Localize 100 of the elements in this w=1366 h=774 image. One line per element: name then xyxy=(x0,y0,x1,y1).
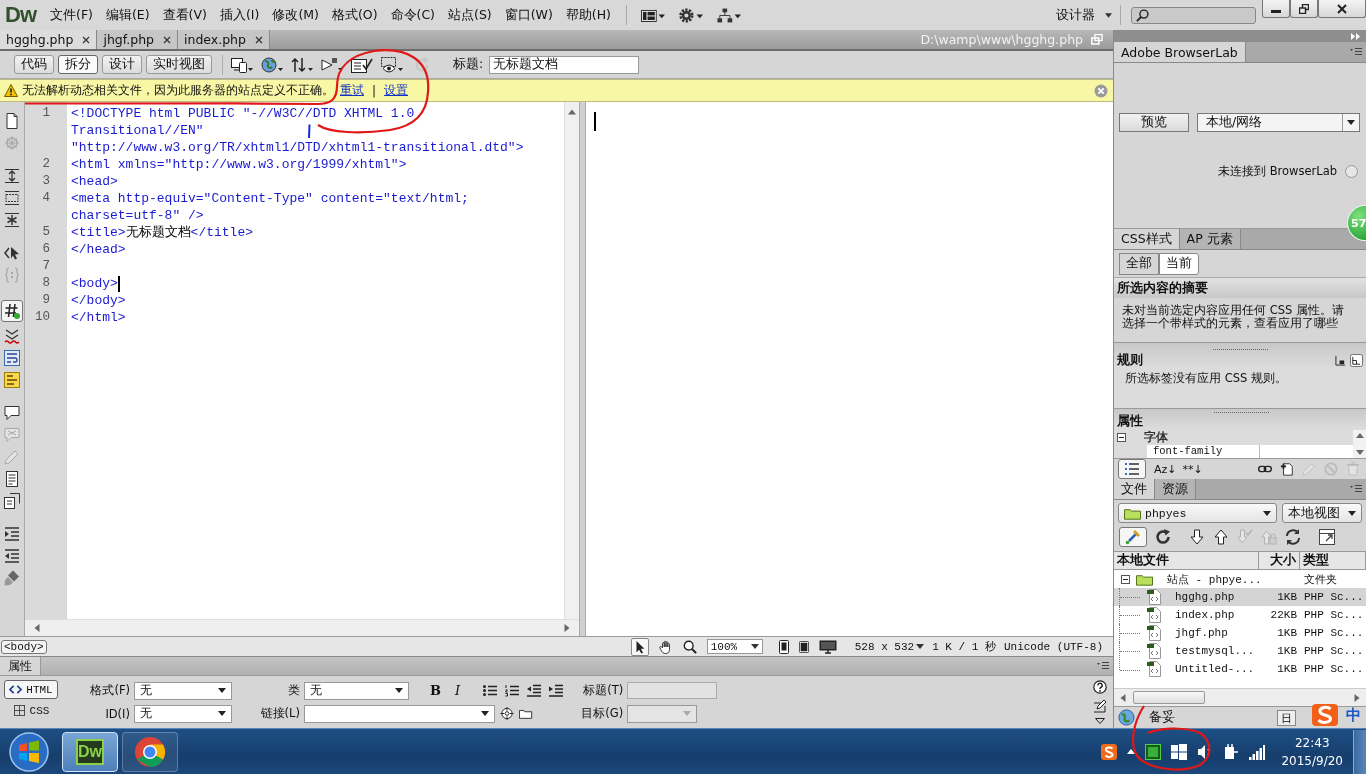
file-row[interactable]: hgghg.php 1KB PHP Sc... xyxy=(1114,588,1366,606)
vertical-scrollbar[interactable] xyxy=(1353,430,1366,458)
zoom-select[interactable]: 100% xyxy=(706,639,763,654)
pointer-bracket-icon[interactable] xyxy=(4,245,20,261)
close-icon[interactable] xyxy=(163,35,171,44)
scroll-up-icon[interactable] xyxy=(1355,433,1364,438)
up-triangle-icon[interactable] xyxy=(1127,749,1136,754)
page-icon[interactable] xyxy=(4,113,20,129)
tile-logo-icon[interactable] xyxy=(1312,703,1338,727)
menu-item[interactable]: 修改(M) xyxy=(272,4,319,26)
overlapping-pages-icon[interactable] xyxy=(4,493,20,509)
view-button[interactable]: 设计 xyxy=(102,55,142,74)
tag-selector[interactable]: <body> xyxy=(1,639,47,654)
code-editor[interactable] xyxy=(67,102,564,619)
help-icon[interactable] xyxy=(1093,680,1107,694)
document-tab[interactable]: jhgf.php xyxy=(97,30,178,49)
column-header[interactable]: 类型 xyxy=(1300,552,1366,569)
sitemap-icon[interactable] xyxy=(717,7,741,23)
document-list-icon[interactable] xyxy=(4,471,20,487)
minimize-button[interactable] xyxy=(1262,0,1290,18)
column-header[interactable]: 大小 xyxy=(1259,552,1300,569)
show-desktop-button[interactable] xyxy=(1353,729,1366,774)
four-squares-icon[interactable] xyxy=(1171,743,1188,760)
scroll-right-icon[interactable] xyxy=(1353,693,1361,702)
scroll-left-icon[interactable] xyxy=(1119,693,1127,702)
monitor-icon[interactable] xyxy=(818,639,837,654)
close-button[interactable] xyxy=(1318,0,1366,18)
sync-icon[interactable] xyxy=(1285,529,1301,545)
signal-bars-icon[interactable] xyxy=(1249,743,1266,760)
horizontal-scrollbar[interactable] xyxy=(25,619,579,636)
outdent-icon[interactable] xyxy=(527,684,542,697)
scroll-left-icon[interactable] xyxy=(33,624,41,632)
menu-item[interactable]: 查看(V) xyxy=(162,4,207,26)
menu-item[interactable]: 编辑(E) xyxy=(105,4,150,26)
mode-button[interactable]: CSS xyxy=(4,701,58,720)
arrows-between-lines-icon[interactable] xyxy=(4,168,20,184)
indent-icon[interactable] xyxy=(549,684,564,697)
input-mode-indicator[interactable]: 中 xyxy=(1346,705,1361,725)
tablet-icon[interactable] xyxy=(798,639,809,654)
menu-item[interactable]: 帮助(H) xyxy=(565,4,611,26)
outdent-icon[interactable] xyxy=(4,548,20,564)
brush-icon[interactable] xyxy=(4,570,20,586)
panel-menu-icon[interactable] xyxy=(1350,485,1362,493)
eye-icon[interactable] xyxy=(381,56,403,73)
wave-icon[interactable] xyxy=(4,328,20,344)
highlighted-lines-icon[interactable] xyxy=(4,372,20,388)
hash-icon[interactable] xyxy=(1,300,23,322)
layout-icon[interactable] xyxy=(641,7,665,23)
mode-button[interactable]: 当前 xyxy=(1159,252,1199,275)
refresh-icon[interactable] xyxy=(1155,529,1171,545)
scroll-up-icon[interactable] xyxy=(568,108,576,116)
id-select[interactable]: 无 xyxy=(134,704,232,723)
globe-icon[interactable] xyxy=(261,56,283,73)
corner-square-icon[interactable] xyxy=(1335,355,1346,366)
document-tab[interactable]: index.php xyxy=(178,30,270,49)
close-icon[interactable] xyxy=(82,35,91,44)
new-page-icon[interactable] xyxy=(1280,462,1294,476)
start-orb-icon[interactable] xyxy=(9,731,49,772)
up-arrow-icon[interactable] xyxy=(1213,529,1229,545)
menu-item[interactable]: 命令(C) xyxy=(390,4,435,26)
menu-item[interactable]: 文件(F) xyxy=(50,4,93,26)
source-select[interactable]: 本地/网络 xyxy=(1197,113,1360,132)
dotted-box-icon[interactable] xyxy=(4,190,20,206)
framed-corner-icon[interactable] xyxy=(1350,354,1363,367)
bullet-list-icon[interactable] xyxy=(483,684,498,697)
magnifier-icon[interactable] xyxy=(682,639,697,654)
menu-item[interactable]: 站点(S) xyxy=(448,4,492,26)
wrap-lines-icon[interactable] xyxy=(4,350,20,366)
title-field[interactable]: 无标题文档 xyxy=(489,55,640,74)
asterisk-icon[interactable] xyxy=(4,212,20,228)
taskbar-button[interactable]: Dw xyxy=(62,731,118,772)
folder-icon[interactable] xyxy=(519,707,533,720)
italic-button[interactable]: I xyxy=(452,683,464,698)
log-button[interactable]: 日 xyxy=(1277,709,1296,726)
panel-tab[interactable]: 属性 xyxy=(0,657,41,675)
menu-item[interactable]: 插入(I) xyxy=(219,4,260,26)
down-arrow-icon[interactable] xyxy=(1189,529,1205,545)
indent-icon[interactable] xyxy=(4,526,20,542)
column-header[interactable]: 本地文件 xyxy=(1114,552,1259,569)
clock-time[interactable]: 22:43 xyxy=(1294,733,1330,752)
taskbar-button[interactable] xyxy=(122,731,178,772)
triangle-icon[interactable] xyxy=(1095,718,1105,724)
gear-icon[interactable] xyxy=(679,7,703,23)
panel-tab[interactable]: 文件 xyxy=(1114,479,1155,499)
list-view-icon[interactable] xyxy=(1118,459,1146,479)
class-select[interactable]: 无 xyxy=(304,681,409,700)
collapse-icon[interactable] xyxy=(1117,433,1126,442)
sort-button[interactable]: **↓ xyxy=(1182,462,1203,476)
hand-icon[interactable] xyxy=(658,639,673,654)
collapse-icon[interactable] xyxy=(1121,574,1130,584)
scroll-right-icon[interactable] xyxy=(563,624,571,632)
panel-tab[interactable]: 资源 xyxy=(1155,479,1196,499)
scroll-thumb[interactable] xyxy=(1133,691,1205,704)
numbered-list-icon[interactable] xyxy=(505,684,520,697)
site-select[interactable]: phpyes xyxy=(1118,503,1277,523)
clock-date[interactable]: 2015/9/20 xyxy=(1281,751,1343,770)
horizontal-scrollbar[interactable] xyxy=(1114,688,1366,706)
file-row[interactable]: index.php 22KB PHP Sc... xyxy=(1114,606,1366,624)
mode-button[interactable]: HTML xyxy=(4,680,58,699)
menu-item[interactable]: 格式(O) xyxy=(331,4,378,26)
